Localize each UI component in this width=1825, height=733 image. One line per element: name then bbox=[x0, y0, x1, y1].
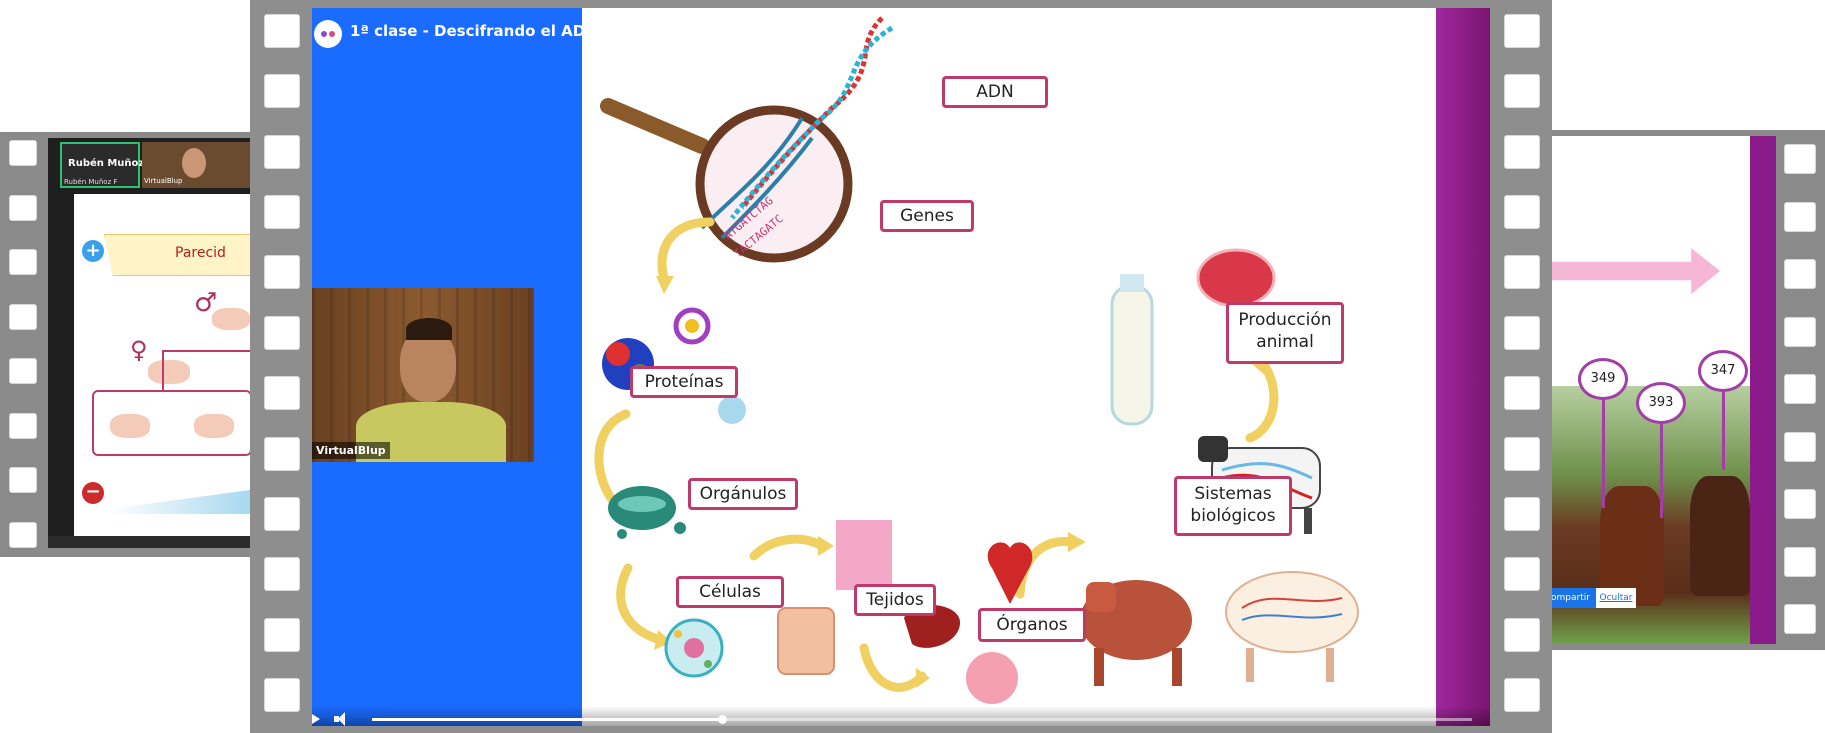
pink-arrow-icon bbox=[1540, 248, 1720, 294]
flow-arrow bbox=[616, 563, 665, 645]
label-organulos: Orgánulos bbox=[688, 478, 798, 510]
progress-handle[interactable] bbox=[718, 715, 727, 724]
pin-label: 347 bbox=[1698, 350, 1748, 392]
flow-arrow bbox=[1245, 357, 1279, 443]
center-right-sprocket-holes bbox=[1504, 14, 1540, 712]
left-sprocket-holes bbox=[9, 140, 37, 548]
presenter-label: VirtualBlup bbox=[312, 442, 390, 459]
label-tejidos: Tejidos bbox=[854, 584, 936, 616]
pin-label: 349 bbox=[1578, 358, 1628, 400]
flow-arrow bbox=[594, 409, 631, 507]
cell-icon bbox=[664, 618, 724, 678]
label-sistemas: Sistemas biológicos bbox=[1174, 476, 1292, 536]
purple-bar bbox=[1436, 8, 1490, 726]
banner: Parecid bbox=[104, 234, 250, 276]
label-adn: ADN bbox=[942, 76, 1048, 108]
label-produccion: Producción animal bbox=[1226, 302, 1344, 364]
offspring-box bbox=[92, 390, 250, 456]
vascular-cow-icon bbox=[1225, 571, 1359, 682]
flow-arrow bbox=[657, 217, 715, 283]
player-controls bbox=[312, 706, 1490, 726]
label-organos: Órganos bbox=[978, 608, 1086, 642]
participant-tile-ruben[interactable]: Rubén Muñoz F Rubén Muñoz F bbox=[60, 142, 155, 188]
label-celulas: Células bbox=[676, 576, 784, 608]
flow-arrow bbox=[749, 534, 827, 561]
blue-wedge bbox=[108, 490, 250, 514]
play-button[interactable] bbox=[312, 714, 320, 724]
flow-arrow bbox=[859, 643, 927, 692]
tissue-icon bbox=[777, 607, 835, 675]
progress-fill bbox=[372, 718, 722, 721]
center-left-sprocket-holes bbox=[264, 14, 300, 712]
pig-icon bbox=[110, 414, 150, 438]
minus-button[interactable]: − bbox=[82, 482, 104, 504]
pin-label: 393 bbox=[1636, 382, 1686, 424]
participant-tile-virtualblup[interactable]: VirtualBlup bbox=[142, 142, 250, 188]
right-frame-screen: 349 393 347 compartir Ocultar bbox=[1540, 136, 1776, 644]
video-title: 1ª clase - Descifrando el ADN de lo bbox=[350, 22, 582, 40]
banner-text: Parecid bbox=[175, 245, 226, 261]
milk-bottle-icon bbox=[1110, 274, 1154, 426]
label-genes: Genes bbox=[880, 200, 974, 232]
tile-label: VirtualBlup bbox=[144, 177, 183, 185]
female-symbol: ♀ bbox=[130, 336, 148, 364]
hide-link[interactable]: Ocultar bbox=[1596, 588, 1636, 608]
avatar bbox=[182, 148, 206, 178]
volume-icon[interactable] bbox=[334, 712, 348, 726]
pig-icon bbox=[194, 414, 234, 438]
player-logo-icon bbox=[314, 20, 342, 48]
pig-icon bbox=[212, 308, 250, 330]
pig-icon bbox=[148, 360, 190, 384]
magnifier-handle bbox=[600, 98, 710, 154]
lung-icon bbox=[966, 652, 1018, 704]
organelle-icon bbox=[608, 486, 686, 539]
cow-icon bbox=[1690, 476, 1750, 596]
muscle-cow-icon bbox=[1080, 580, 1192, 686]
heart-icon bbox=[987, 542, 1033, 604]
left-filmstrip: Rubén Muñoz F Rubén Muñoz F VirtualBlup … bbox=[0, 132, 250, 557]
participant-small-label: Rubén Muñoz F bbox=[64, 178, 118, 186]
tissue-icon bbox=[836, 520, 892, 590]
left-frame-screen: Rubén Muñoz F Rubén Muñoz F VirtualBlup … bbox=[48, 138, 250, 548]
right-filmstrip: 349 393 347 compartir Ocultar bbox=[1540, 130, 1825, 650]
label-proteinas: Proteínas bbox=[630, 366, 738, 398]
right-sprocket-holes bbox=[1784, 144, 1816, 634]
plus-button[interactable]: + bbox=[82, 240, 104, 262]
progress-track[interactable] bbox=[372, 715, 1472, 724]
video-player[interactable]: 1ª clase - Descifrando el ADN de lo Virt… bbox=[312, 8, 1490, 726]
meat-icon bbox=[1196, 248, 1276, 308]
presenter-webcam: VirtualBlup bbox=[312, 288, 534, 462]
center-filmstrip: 1ª clase - Descifrando el ADN de lo Virt… bbox=[250, 0, 1552, 733]
